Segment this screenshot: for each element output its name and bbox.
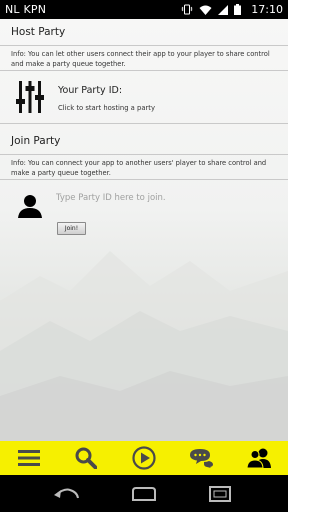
play-icon	[132, 446, 156, 470]
recents-icon	[209, 485, 231, 502]
recents-button[interactable]	[202, 479, 238, 509]
player-button[interactable]	[124, 441, 164, 475]
carrier-name: NL KPN	[5, 3, 47, 16]
mixer-icon	[16, 81, 44, 113]
battery-icon	[234, 4, 242, 15]
status-icons: 17:10	[181, 3, 283, 16]
party-id-label: Your Party ID:	[58, 85, 123, 96]
search-button[interactable]	[66, 441, 106, 475]
status-bar: NL KPN 17:10	[0, 0, 288, 19]
chat-button[interactable]	[182, 441, 222, 475]
signal-icon	[218, 4, 229, 15]
menu-button[interactable]	[9, 441, 49, 475]
vibrate-icon	[181, 4, 193, 15]
bottom-nav	[0, 441, 288, 475]
search-icon	[75, 447, 98, 469]
host-party-heading: Host Party	[0, 19, 288, 46]
back-icon	[54, 488, 79, 498]
join-party-row: Join!	[0, 180, 288, 240]
party-id-input[interactable]	[56, 190, 256, 206]
party-button[interactable]	[239, 441, 279, 475]
party-icon	[247, 448, 272, 468]
join-party-info: Info: You can connect your app to anothe…	[0, 155, 288, 180]
party-screen: Host Party Info: You can let other users…	[0, 19, 288, 441]
clock: 17:10	[251, 3, 283, 16]
host-party-info: Info: You can let other users connect th…	[0, 46, 288, 71]
join-party-heading: Join Party	[0, 128, 288, 155]
start-hosting-hint[interactable]: Click to start hosting a party	[58, 104, 155, 112]
home-icon	[132, 486, 156, 501]
chat-icon	[189, 449, 213, 468]
back-button[interactable]	[50, 479, 86, 509]
menu-icon	[17, 450, 40, 466]
host-party-row[interactable]: Your Party ID: Click to start hosting a …	[0, 71, 288, 124]
join-button[interactable]: Join!	[57, 222, 86, 235]
wifi-icon	[199, 5, 212, 15]
person-icon	[18, 195, 42, 218]
home-button[interactable]	[126, 479, 162, 509]
system-nav-bar	[0, 475, 288, 512]
